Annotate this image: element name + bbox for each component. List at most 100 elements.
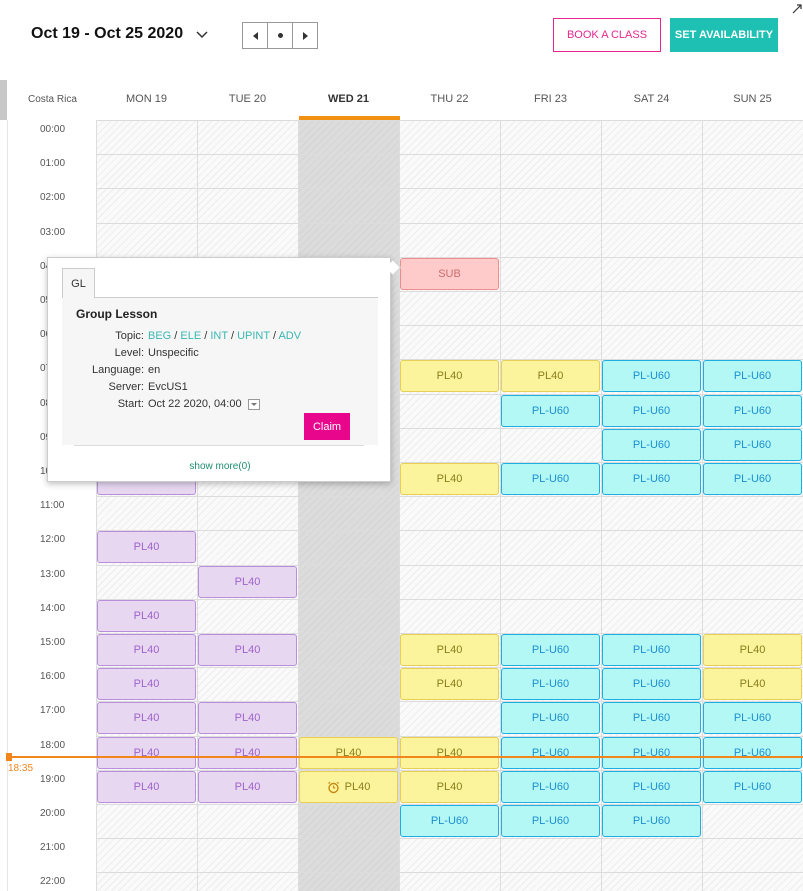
lesson-slot[interactable]: PL-U60 <box>501 395 600 427</box>
hour-label: 18:00 <box>40 740 66 751</box>
lesson-slot-label: PL-U60 <box>632 644 671 656</box>
topic-link[interactable]: UPINT <box>237 330 270 342</box>
lesson-slot[interactable]: PL-U60 <box>602 737 701 769</box>
lesson-slot[interactable]: PL40 <box>400 360 499 392</box>
claim-button[interactable]: Claim <box>304 413 350 440</box>
lesson-slot[interactable]: PL40 <box>97 771 196 803</box>
lesson-slot[interactable]: PL40 <box>400 634 499 666</box>
lesson-slot[interactable]: PL40 <box>198 634 297 666</box>
hour-label: 14:00 <box>40 603 66 614</box>
lesson-slot-label: PL40 <box>436 678 463 690</box>
lesson-slot[interactable]: SUB <box>400 258 499 290</box>
lesson-slot-label: PL-U60 <box>531 405 570 417</box>
lesson-slot[interactable]: PL-U60 <box>703 360 802 392</box>
lesson-slot[interactable]: PL40 <box>97 634 196 666</box>
lesson-slot[interactable]: PL-U60 <box>703 395 802 427</box>
day-header: FRI 23 <box>533 93 567 105</box>
hour-gridline <box>96 188 803 189</box>
lesson-slot[interactable]: PL40 <box>97 668 196 700</box>
lesson-slot[interactable]: PL-U60 <box>501 737 600 769</box>
lesson-slot[interactable]: PL-U60 <box>602 771 701 803</box>
lesson-slot[interactable]: PL-U60 <box>703 737 802 769</box>
lesson-slot[interactable]: PL-U60 <box>602 668 701 700</box>
hour-label: 22:00 <box>40 876 66 887</box>
lesson-slot[interactable]: PL-U60 <box>703 429 802 461</box>
next-week-button[interactable] <box>293 23 317 48</box>
expand-icon[interactable] <box>792 4 802 14</box>
lesson-slot[interactable]: PL40 <box>198 566 297 598</box>
start-value: Oct 22 2020, 04:00 <box>148 398 242 410</box>
day-header: THU 22 <box>430 93 469 105</box>
lesson-slot[interactable]: PL40 <box>400 668 499 700</box>
hour-label: 00:00 <box>40 124 66 135</box>
lesson-slot[interactable]: PL-U60 <box>602 360 701 392</box>
previous-week-button[interactable] <box>243 23 268 48</box>
lesson-slot-label: PL40 <box>133 541 160 553</box>
day-header: SAT 24 <box>633 93 670 105</box>
lesson-slot[interactable]: PL40 <box>97 531 196 563</box>
topic-link[interactable]: BEG <box>148 330 171 342</box>
lesson-slot[interactable]: PL40 <box>703 634 802 666</box>
lesson-slot[interactable]: PL40 <box>299 771 398 803</box>
lesson-slot[interactable]: PL-U60 <box>501 463 600 495</box>
lesson-slot-label: PL40 <box>436 370 463 382</box>
lesson-slot[interactable]: PL40 <box>400 737 499 769</box>
lesson-slot[interactable]: PL-U60 <box>501 771 600 803</box>
topic-link[interactable]: ELE <box>180 330 201 342</box>
lesson-slot[interactable]: PL-U60 <box>602 463 701 495</box>
lesson-slot[interactable]: PL40 <box>97 737 196 769</box>
start-field: Oct 22 2020, 04:00 <box>148 398 260 410</box>
hour-label: 02:00 <box>40 192 66 203</box>
topic-separator: / <box>227 330 238 342</box>
lesson-slot[interactable]: PL-U60 <box>501 634 600 666</box>
chevron-down-icon[interactable] <box>195 28 209 42</box>
today-button[interactable] <box>268 23 293 48</box>
lesson-slot[interactable]: PL-U60 <box>501 668 600 700</box>
lesson-slot-label: PL40 <box>436 473 463 485</box>
lesson-slot[interactable]: PL40 <box>198 771 297 803</box>
lesson-slot-label: PL-U60 <box>632 439 671 451</box>
dropdown-icon[interactable] <box>247 398 260 410</box>
hour-label: 17:00 <box>40 705 66 716</box>
lesson-slot[interactable]: PL-U60 <box>501 805 600 837</box>
lesson-slot[interactable]: PL-U60 <box>400 805 499 837</box>
lesson-slot[interactable]: PL-U60 <box>602 634 701 666</box>
language-label: Language: <box>92 364 144 376</box>
tab-gl[interactable]: GL <box>62 268 95 299</box>
dot-icon <box>277 33 283 38</box>
lesson-slot-label: PL40 <box>436 644 463 656</box>
lesson-slot[interactable]: PL-U60 <box>602 395 701 427</box>
lesson-slot[interactable]: PL40 <box>198 737 297 769</box>
lesson-slot[interactable]: PL40 <box>97 702 196 734</box>
book-a-class-button[interactable]: BOOK A CLASS <box>553 18 661 52</box>
lesson-slot-label: PL-U60 <box>733 781 772 793</box>
lesson-slot[interactable]: PL-U60 <box>703 771 802 803</box>
lesson-slot-label: PL40 <box>133 644 160 656</box>
lesson-slot-label: PL-U60 <box>632 473 671 485</box>
lesson-slot[interactable]: PL-U60 <box>602 805 701 837</box>
lesson-slot[interactable]: PL-U60 <box>602 429 701 461</box>
lesson-slot[interactable]: PL40 <box>400 463 499 495</box>
lesson-slot[interactable]: PL40 <box>703 668 802 700</box>
timezone-label: Costa Rica <box>28 94 77 105</box>
side-panel-tab[interactable] <box>0 80 7 120</box>
date-range-title[interactable]: Oct 19 - Oct 25 2020 <box>31 25 183 43</box>
lesson-slot-label: PL40 <box>133 678 160 690</box>
lesson-slot[interactable]: PL40 <box>400 771 499 803</box>
lesson-slot[interactable]: PL-U60 <box>703 702 802 734</box>
lesson-slot[interactable]: PL40 <box>97 600 196 632</box>
lesson-slot[interactable]: PL-U60 <box>703 463 802 495</box>
lesson-slot[interactable]: PL-U60 <box>602 702 701 734</box>
lesson-slot[interactable]: PL40 <box>198 702 297 734</box>
set-availability-button[interactable]: SET AVAILABILITY <box>670 18 778 52</box>
lesson-slot[interactable]: PL40 <box>299 737 398 769</box>
lesson-slot[interactable]: PL40 <box>501 360 600 392</box>
current-time-line <box>8 756 803 758</box>
lesson-slot-label: PL40 <box>133 781 160 793</box>
topic-link[interactable]: ADV <box>278 330 301 342</box>
topic-link[interactable]: INT <box>210 330 228 342</box>
lesson-slot-label: PL40 <box>234 781 261 793</box>
hour-label: 01:00 <box>40 158 66 169</box>
show-more-link[interactable]: show more(0) <box>48 461 392 472</box>
lesson-slot[interactable]: PL-U60 <box>501 702 600 734</box>
